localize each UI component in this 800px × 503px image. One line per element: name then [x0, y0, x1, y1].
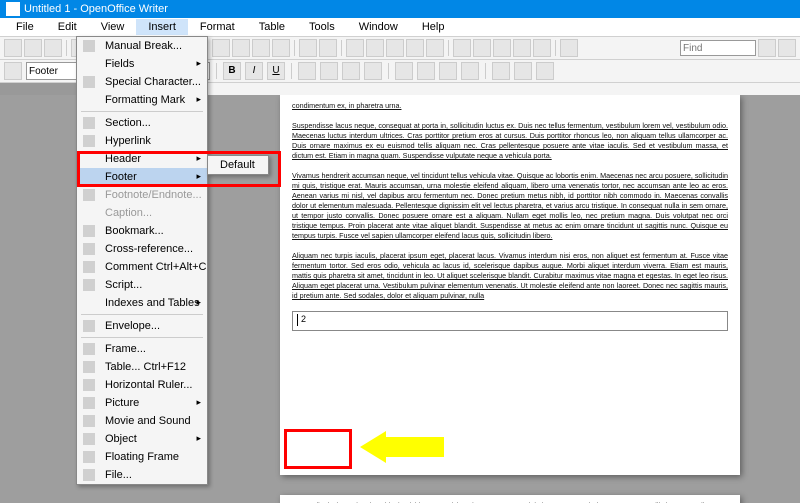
page-2: augue dignissim orci, quis vehicula nisi…	[280, 495, 740, 503]
menubar: File Edit View Insert Format Table Tools…	[0, 18, 800, 37]
find-prev[interactable]	[758, 39, 776, 57]
footer-field[interactable]: 2	[292, 311, 728, 331]
tb-new[interactable]	[4, 39, 22, 57]
app-icon	[6, 2, 20, 16]
highlight[interactable]	[514, 62, 532, 80]
window-title: Untitled 1 - OpenOffice Writer	[24, 0, 168, 18]
menu-tools[interactable]: Tools	[297, 19, 347, 35]
menu-window[interactable]: Window	[347, 19, 410, 35]
para-3: Vivamus hendrerit accumsan neque, vel ti…	[292, 171, 728, 240]
mi-frame[interactable]: Frame...	[77, 340, 207, 358]
tb-help[interactable]	[560, 39, 578, 57]
find-input[interactable]	[680, 40, 756, 56]
tb-hyperlink[interactable]	[346, 39, 364, 57]
list-bul[interactable]	[417, 62, 435, 80]
italic-btn[interactable]: I	[245, 62, 263, 80]
mi-bookmark[interactable]: Bookmark...	[77, 222, 207, 240]
para-1: condimentum ex, in pharetra urna.	[292, 101, 401, 110]
page-1-content: condimentum ex, in pharetra urna. Suspen…	[280, 95, 740, 307]
tb-b1[interactable]	[386, 39, 404, 57]
menu-format[interactable]: Format	[188, 19, 247, 35]
tb-brush[interactable]	[272, 39, 290, 57]
mi-comment[interactable]: Comment Ctrl+Alt+C	[77, 258, 207, 276]
align-just[interactable]	[364, 62, 382, 80]
insert-menu-dropdown: Manual Break... Fields Special Character…	[76, 36, 208, 485]
tb-redo[interactable]	[319, 39, 337, 57]
fontcolor[interactable]	[492, 62, 510, 80]
indent-inc[interactable]	[461, 62, 479, 80]
page-1: condimentum ex, in pharetra urna. Suspen…	[280, 95, 740, 475]
mi-cross-ref[interactable]: Cross-reference...	[77, 240, 207, 258]
styles-btn[interactable]	[4, 62, 22, 80]
mi-footer[interactable]: Footer	[77, 168, 207, 186]
mi-header[interactable]: Header	[77, 150, 207, 168]
menu-view[interactable]: View	[89, 19, 137, 35]
mi-fields[interactable]: Fields	[77, 55, 207, 73]
menu-table[interactable]: Table	[247, 19, 297, 35]
align-left[interactable]	[298, 62, 316, 80]
para-2: Suspendisse lacus neque, consequat at po…	[292, 121, 728, 160]
tb-open[interactable]	[24, 39, 42, 57]
mi-floating-frame[interactable]: Floating Frame	[77, 448, 207, 466]
indent-dec[interactable]	[439, 62, 457, 80]
align-right[interactable]	[342, 62, 360, 80]
footer-page-number: 2	[301, 314, 306, 324]
mi-formatting-mark[interactable]: Formatting Mark	[77, 91, 207, 109]
list-num[interactable]	[395, 62, 413, 80]
menu-edit[interactable]: Edit	[46, 19, 89, 35]
tb-undo[interactable]	[299, 39, 317, 57]
find-next[interactable]	[778, 39, 796, 57]
menu-help[interactable]: Help	[410, 19, 457, 35]
align-center[interactable]	[320, 62, 338, 80]
bold-btn[interactable]: B	[223, 62, 241, 80]
tb-datasrc[interactable]	[493, 39, 511, 57]
mi-footnote: Footnote/Endnote...	[77, 186, 207, 204]
mi-caption: Caption...	[77, 204, 207, 222]
footer-default[interactable]: Default	[208, 156, 268, 174]
tb-b3[interactable]	[426, 39, 444, 57]
mi-picture[interactable]: Picture	[77, 394, 207, 412]
mi-movie[interactable]: Movie and Sound	[77, 412, 207, 430]
page-2-content: augue dignissim orci, quis vehicula nisi…	[280, 495, 740, 503]
para-4: Aliquam nec turpis iaculis, placerat ips…	[292, 251, 728, 300]
mi-object[interactable]: Object	[77, 430, 207, 448]
tb-nav[interactable]	[453, 39, 471, 57]
tb-copy[interactable]	[232, 39, 250, 57]
tb-table[interactable]	[366, 39, 384, 57]
tb-b2[interactable]	[406, 39, 424, 57]
tb-gallery[interactable]	[473, 39, 491, 57]
mi-indexes[interactable]: Indexes and Tables	[77, 294, 207, 312]
mi-script[interactable]: Script...	[77, 276, 207, 294]
tb-save[interactable]	[44, 39, 62, 57]
mi-envelope[interactable]: Envelope...	[77, 317, 207, 335]
tb-paste[interactable]	[252, 39, 270, 57]
mi-table[interactable]: Table... Ctrl+F12	[77, 358, 207, 376]
mi-hyperlink[interactable]: Hyperlink	[77, 132, 207, 150]
tb-zoom[interactable]	[533, 39, 551, 57]
mi-section[interactable]: Section...	[77, 114, 207, 132]
menu-insert[interactable]: Insert	[136, 19, 188, 35]
underline-btn[interactable]: U	[267, 62, 285, 80]
mi-special-char[interactable]: Special Character...	[77, 73, 207, 91]
mi-manual-break[interactable]: Manual Break...	[77, 37, 207, 55]
bgcolor[interactable]	[536, 62, 554, 80]
footer-submenu: Default	[207, 155, 269, 175]
tb-npr[interactable]	[513, 39, 531, 57]
mi-hruler[interactable]: Horizontal Ruler...	[77, 376, 207, 394]
menu-file[interactable]: File	[4, 19, 46, 35]
mi-file[interactable]: File...	[77, 466, 207, 484]
titlebar: Untitled 1 - OpenOffice Writer	[0, 0, 800, 18]
tb-cut[interactable]	[212, 39, 230, 57]
